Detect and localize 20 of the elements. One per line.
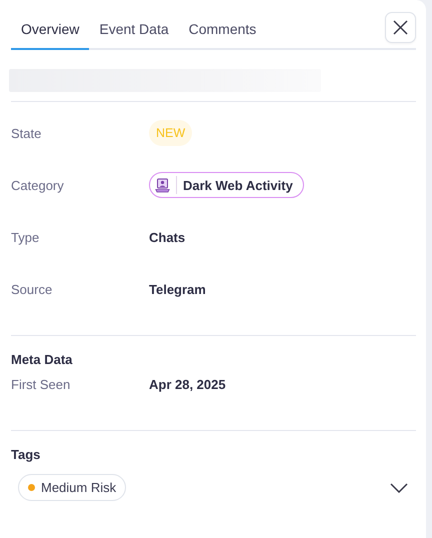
category-chip: Dark Web Activity xyxy=(149,172,304,198)
field-label: Category xyxy=(11,178,65,192)
section-title: Meta Data xyxy=(11,352,74,367)
field-label: Type xyxy=(11,230,40,244)
field-value: Apr 28, 2025 xyxy=(149,377,227,392)
field-label: Source xyxy=(11,282,54,296)
close-button[interactable] xyxy=(385,12,416,43)
state-badge: NEW xyxy=(149,120,192,146)
field-label: State xyxy=(11,126,42,140)
close-icon xyxy=(393,20,408,35)
tab[interactable]: Overview xyxy=(11,10,90,50)
expand-button[interactable] xyxy=(390,482,408,492)
section-title: Tags xyxy=(11,447,42,462)
field-label: First Seen xyxy=(11,377,72,392)
field-value: Chats xyxy=(149,230,186,244)
field-value: Telegram xyxy=(149,282,207,296)
laptop-user-icon xyxy=(155,178,170,192)
tag-chip: Medium Risk xyxy=(18,474,126,501)
tab[interactable]: Comments xyxy=(178,10,266,50)
tab[interactable]: Event Data xyxy=(89,10,179,50)
